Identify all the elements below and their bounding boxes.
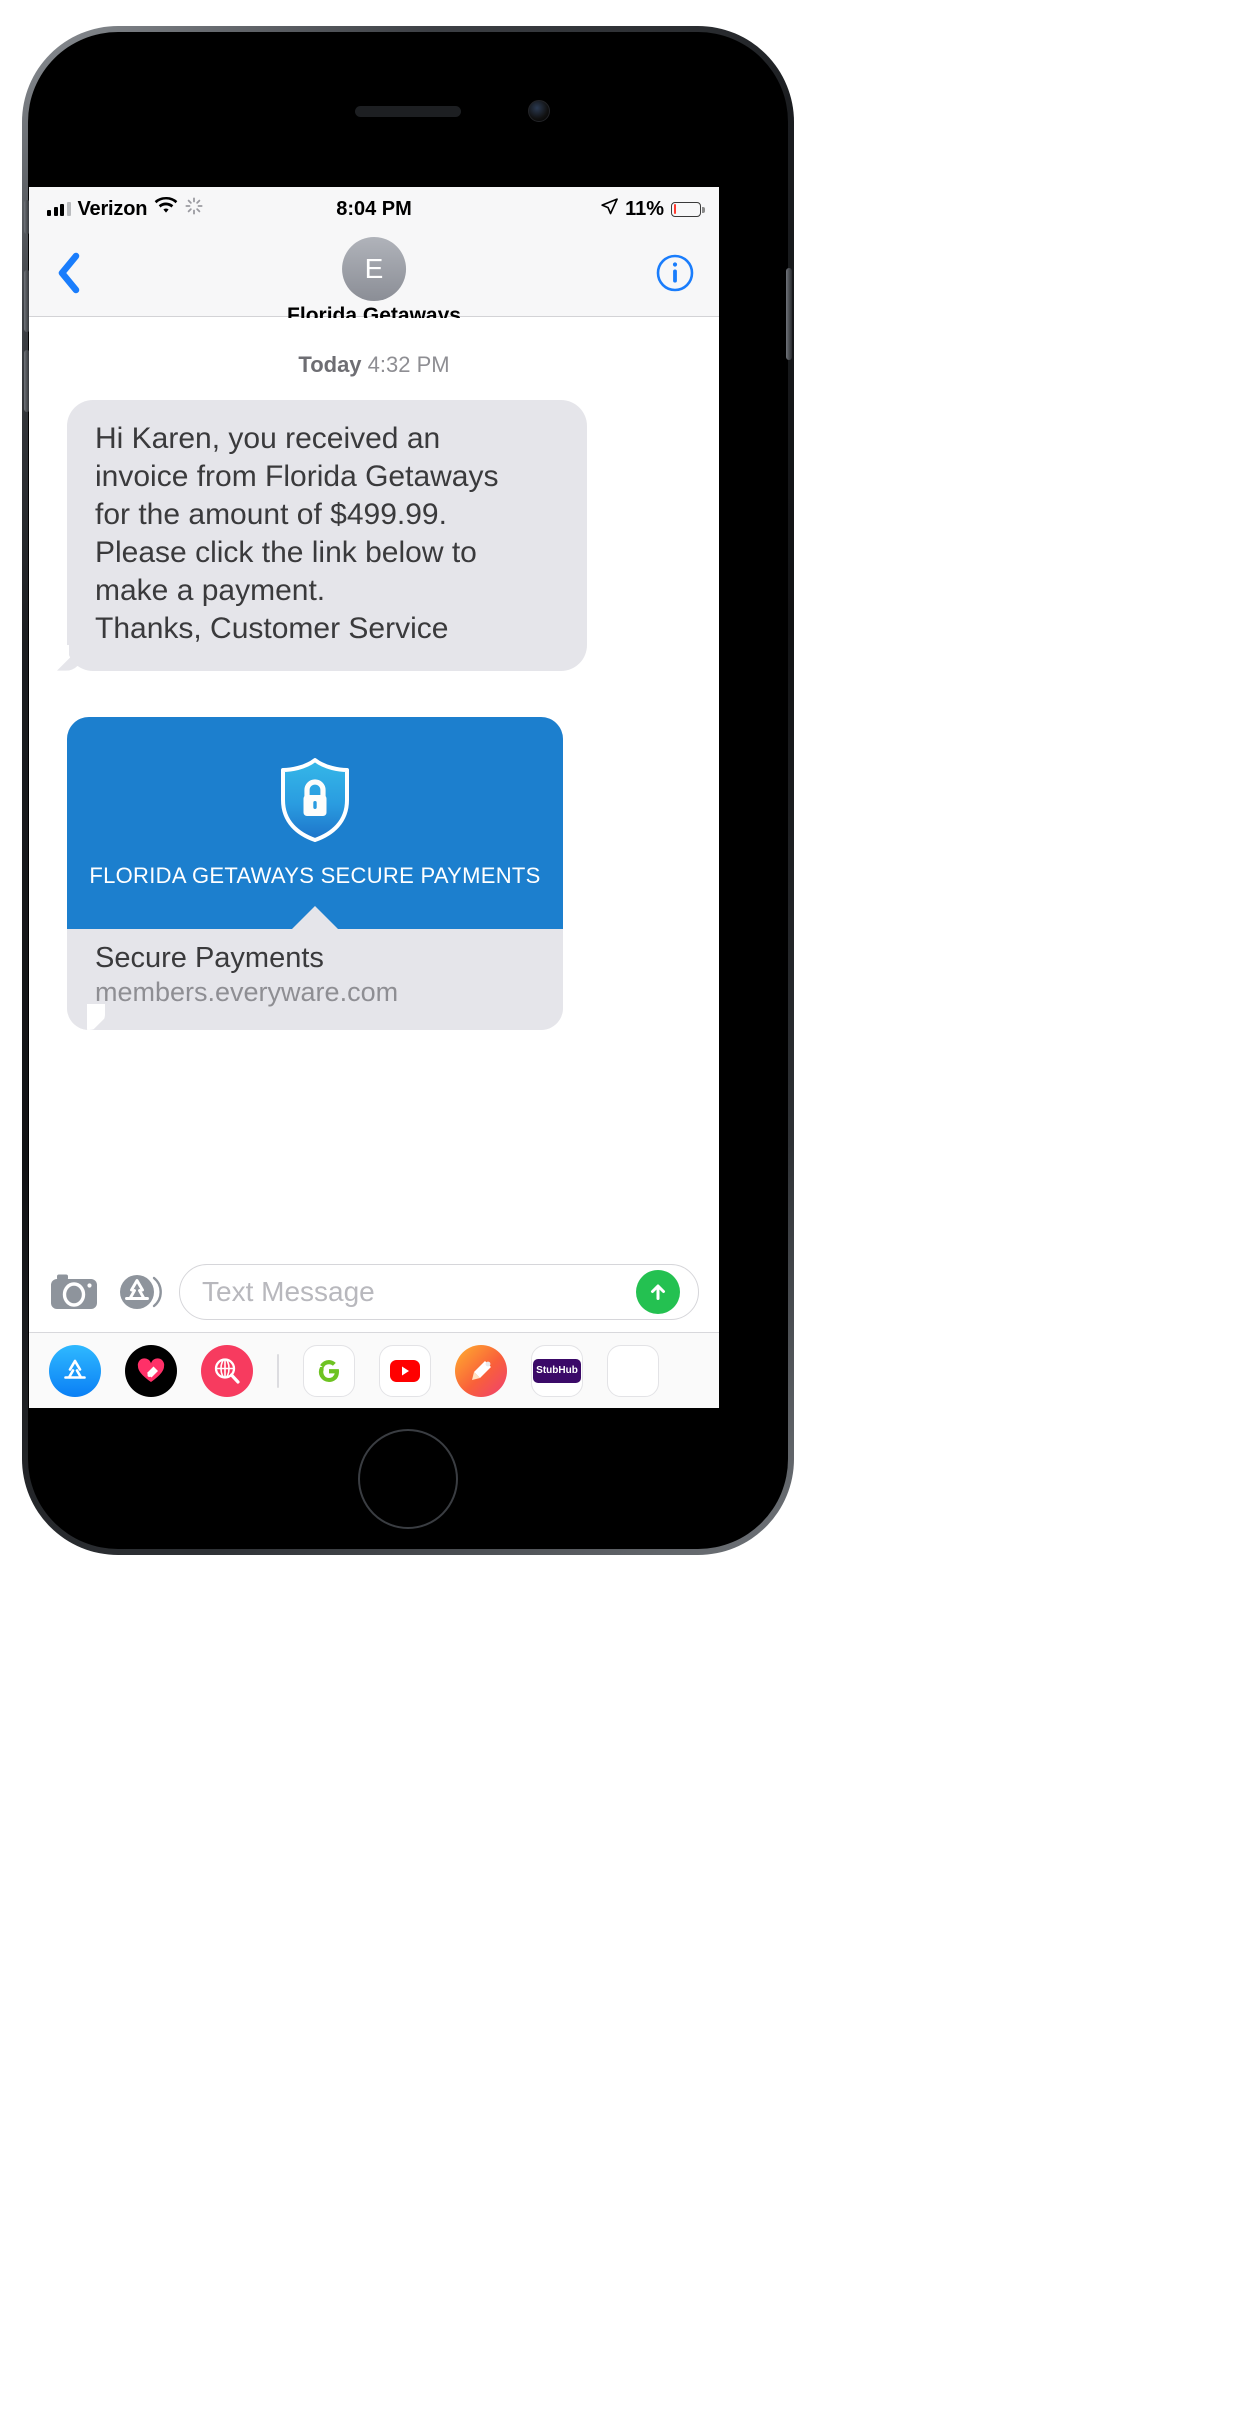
message-input-field[interactable]: Text Message [179, 1264, 699, 1320]
message-input-placeholder: Text Message [202, 1276, 375, 1307]
timestamp-time: 4:32 PM [367, 352, 450, 377]
google-g-icon[interactable] [303, 1344, 355, 1397]
avatar-initial: E [364, 253, 384, 284]
message-bubble-text[interactable]: Hi Karen, you received an invoice from F… [51, 400, 587, 671]
message-list[interactable]: Today 4:32 PM Hi Karen, you received an … [29, 318, 719, 1252]
power-button[interactable] [786, 268, 792, 360]
globe-search-icon[interactable] [201, 1344, 253, 1397]
battery-icon [671, 201, 705, 217]
message-line: invoice from Florida Getaways [95, 460, 499, 494]
message-line: Please click the link below to [95, 536, 477, 570]
message-row: FLORIDA GETAWAYS SECURE PAYMENTS Secure … [29, 671, 719, 1030]
app-more-icon[interactable] [607, 1344, 659, 1397]
battery-percent-label: 11% [625, 197, 664, 220]
imessage-app-drawer[interactable]: StubHub [29, 1332, 719, 1408]
conversation-contact[interactable]: E Florida Getaways [287, 237, 461, 328]
message-line: Thanks, Customer Service [95, 612, 449, 646]
doodle-hand-icon[interactable] [455, 1344, 507, 1397]
rich-link-title: Secure Payments [95, 941, 324, 974]
rich-link-hero: FLORIDA GETAWAYS SECURE PAYMENTS [67, 716, 563, 929]
navigation-bar: E Florida Getaways [29, 231, 719, 327]
app-store-icon[interactable] [49, 1344, 101, 1397]
shield-lock-icon [276, 756, 354, 849]
timestamp-day: Today [298, 352, 362, 377]
app-store-button[interactable] [115, 1268, 163, 1316]
message-line: Hi Karen, you received an [95, 422, 441, 455]
send-button[interactable] [636, 1270, 680, 1314]
speaker-grille [355, 106, 461, 117]
info-button[interactable] [653, 251, 697, 295]
stubhub-icon[interactable]: StubHub [531, 1344, 583, 1397]
phone-frame: Verizon 8:04 PM 11% E Florida Getaways T… [22, 26, 794, 1555]
conversation-timestamp: Today 4:32 PM [29, 328, 719, 400]
rich-link-notch [292, 905, 338, 929]
rich-link-url: members.everyware.com [95, 976, 399, 1007]
heart-hand-icon[interactable] [125, 1344, 177, 1397]
youtube-icon[interactable] [379, 1344, 431, 1397]
avatar[interactable]: E [342, 237, 406, 301]
phone-body: Verizon 8:04 PM 11% E Florida Getaways T… [24, 32, 792, 1549]
message-row: Hi Karen, you received an invoice from F… [29, 400, 719, 671]
message-line: for the amount of $499.99. [95, 498, 447, 532]
drawer-divider [277, 1353, 279, 1388]
status-bar: Verizon 8:04 PM 11% [29, 187, 719, 231]
status-bar-right: 11% [374, 197, 705, 221]
location-arrow-icon [601, 197, 618, 221]
message-line: make a payment. [95, 574, 326, 608]
back-button[interactable] [47, 249, 91, 297]
message-bubble-rich-link[interactable]: FLORIDA GETAWAYS SECURE PAYMENTS Secure … [67, 716, 563, 1030]
message-input-bar: Text Message [29, 1252, 719, 1332]
front-camera-icon [528, 100, 550, 122]
phone-screen: Verizon 8:04 PM 11% E Florida Getaways T… [29, 187, 719, 1408]
home-button[interactable] [358, 1429, 458, 1529]
rich-link-meta: Secure Payments members.everyware.com [67, 928, 563, 1030]
camera-button[interactable] [49, 1271, 99, 1313]
rich-link-hero-title: FLORIDA GETAWAYS SECURE PAYMENTS [89, 863, 541, 889]
